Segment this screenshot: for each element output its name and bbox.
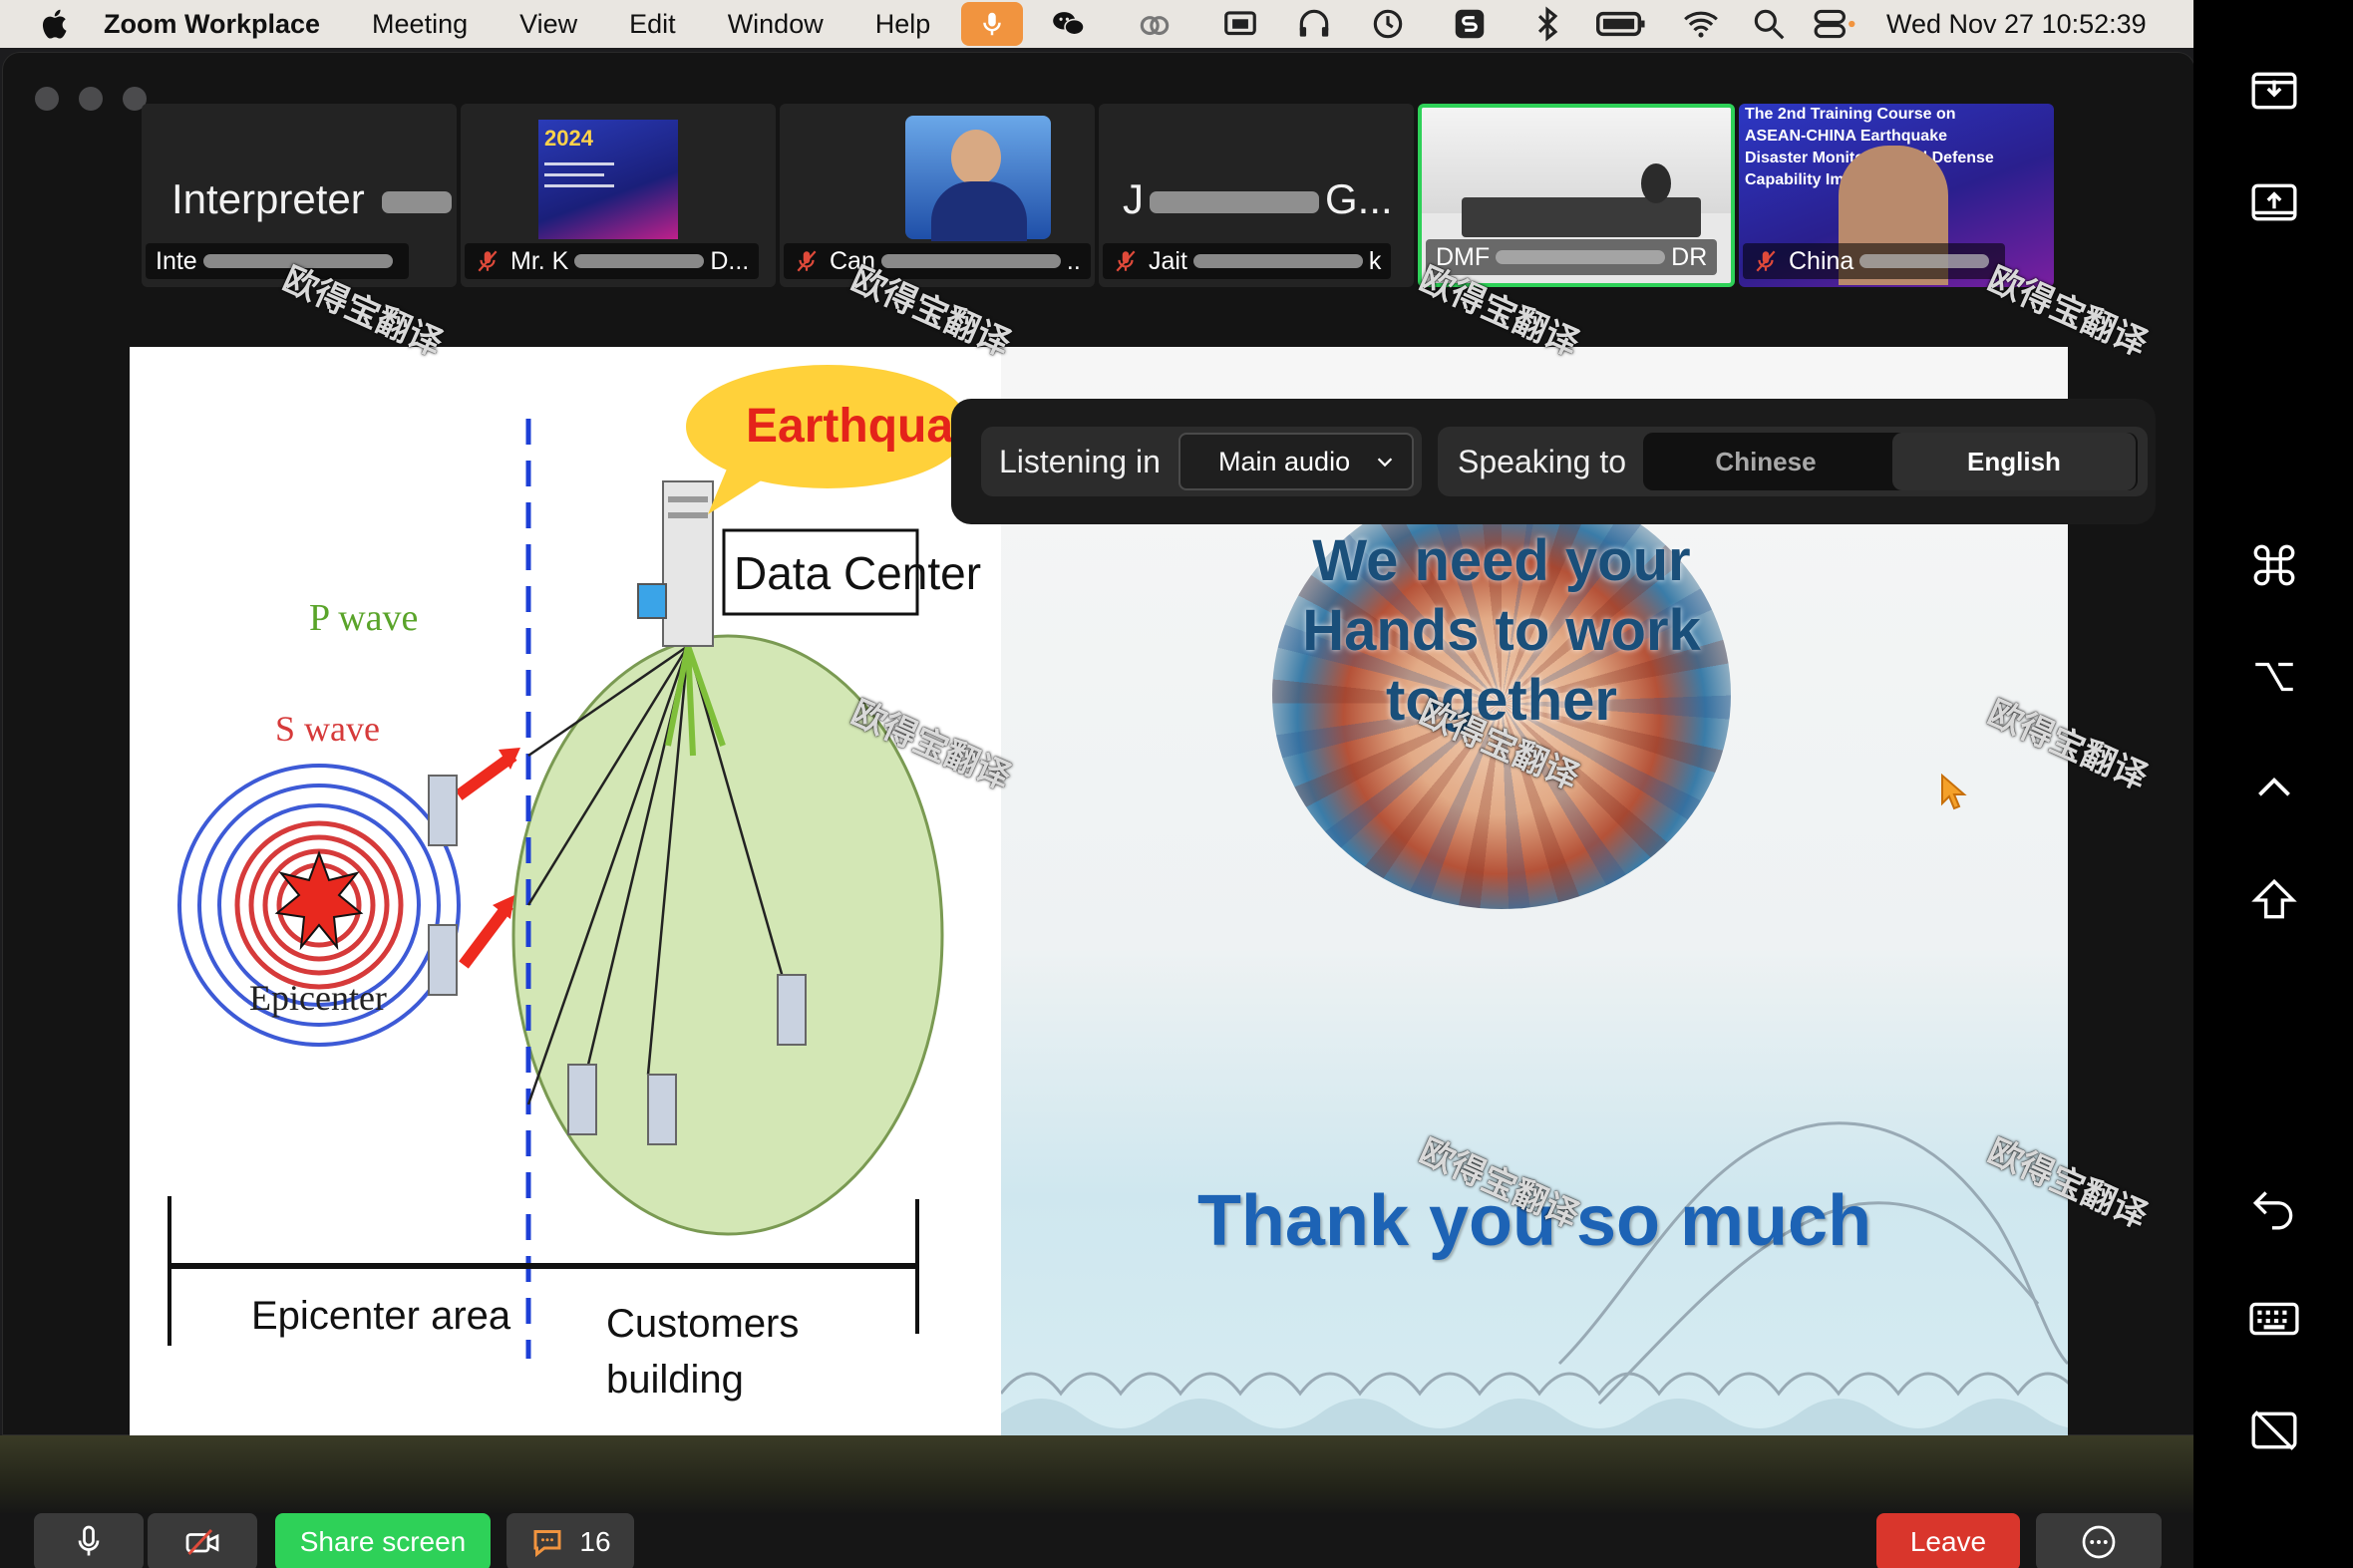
wifi-icon[interactable] bbox=[1679, 0, 1723, 48]
earthquake-diagram-graphic bbox=[168, 365, 969, 1359]
slide-message: We need your Hands to work together bbox=[1302, 528, 1701, 733]
participant-strip: Interpreter Inte 2024 ▬▬▬▬▬▬▬ ▬▬▬▬▬▬ ▬▬▬▬▬… bbox=[142, 104, 2054, 287]
share-screen-button[interactable]: Share screen bbox=[275, 1513, 491, 1568]
customers-building-label: Customers building bbox=[606, 1302, 800, 1402]
headphones-icon[interactable] bbox=[1292, 0, 1336, 48]
more-options-icon bbox=[2082, 1525, 2116, 1559]
command-key-icon[interactable] bbox=[2249, 540, 2299, 590]
participant-tile-active[interactable]: DMF DR bbox=[1418, 104, 1735, 287]
mute-button[interactable] bbox=[34, 1513, 144, 1568]
menu-window[interactable]: Window bbox=[728, 9, 824, 40]
start-video-button[interactable] bbox=[148, 1513, 257, 1568]
p-wave-label: P wave bbox=[309, 597, 419, 639]
mic-status-icon[interactable] bbox=[961, 2, 1023, 46]
interpretation-bar: Listening in Main audio Speaking to Chin… bbox=[951, 399, 2156, 524]
listening-in-label: Listening in bbox=[999, 444, 1161, 479]
minimize-window-button[interactable] bbox=[79, 87, 103, 111]
language-option-english[interactable]: English bbox=[1892, 433, 2136, 490]
time-machine-icon[interactable] bbox=[1366, 0, 1410, 48]
poster-year: 2024 bbox=[544, 126, 593, 151]
menu-help[interactable]: Help bbox=[875, 9, 931, 40]
data-center-label: Data Center bbox=[734, 547, 982, 599]
spotlight-icon[interactable] bbox=[1747, 0, 1791, 48]
close-window-button[interactable] bbox=[35, 87, 59, 111]
option-key-icon[interactable] bbox=[2249, 652, 2299, 702]
participant-tile[interactable]: 2024 ▬▬▬▬▬▬▬ ▬▬▬▬▬▬ ▬▬▬▬▬▬▬ Mr. K D... bbox=[461, 104, 776, 287]
chevron-down-icon bbox=[1377, 458, 1393, 468]
menu-view[interactable]: View bbox=[519, 9, 577, 40]
participant-tile[interactable]: Can.. bbox=[780, 104, 1095, 287]
chat-bubble-icon bbox=[533, 1530, 561, 1558]
muted-mic-icon bbox=[478, 250, 498, 272]
epicenter-label: Epicenter bbox=[249, 978, 387, 1018]
battery-icon[interactable] bbox=[1593, 0, 1651, 48]
s-app-icon[interactable] bbox=[1448, 0, 1492, 48]
epicenter-area-label: Epicenter area bbox=[251, 1294, 511, 1338]
participant-video bbox=[905, 116, 1051, 241]
upload-tray-icon[interactable] bbox=[2249, 177, 2299, 227]
menubar-clock[interactable]: Wed Nov 27 10:52:39 bbox=[1886, 0, 2147, 48]
earthquake-diagram: Earthquake Data Center P wave S wave Epi… bbox=[130, 347, 1006, 1435]
muted-mic-icon bbox=[1116, 250, 1136, 272]
video-off-icon bbox=[185, 1528, 219, 1556]
language-option-chinese[interactable]: Chinese bbox=[1643, 433, 1888, 490]
participant-name-label: Inte bbox=[146, 243, 409, 279]
audio-channel-select[interactable]: Main audio bbox=[1178, 433, 1414, 490]
menu-edit[interactable]: Edit bbox=[629, 9, 676, 40]
screen-mirror-icon[interactable] bbox=[1218, 0, 1262, 48]
shift-key-icon[interactable] bbox=[2249, 875, 2299, 925]
menu-bar: Zoom Workplace Meeting View Edit Window … bbox=[0, 0, 2193, 48]
menu-meeting[interactable]: Meeting bbox=[372, 9, 468, 40]
conference-poster-image: 2024 ▬▬▬▬▬▬▬ ▬▬▬▬▬▬ ▬▬▬▬▬▬▬ bbox=[538, 120, 678, 239]
undo-icon[interactable] bbox=[2249, 1182, 2299, 1232]
microphone-icon bbox=[78, 1525, 100, 1556]
wechat-icon[interactable] bbox=[1047, 0, 1091, 48]
participant-tile[interactable]: J G... Jait k bbox=[1099, 104, 1414, 287]
mouse-cursor-icon bbox=[1941, 774, 1967, 810]
muted-mic-icon bbox=[1756, 250, 1776, 272]
control-key-icon[interactable] bbox=[2249, 764, 2299, 813]
language-toggle: Chinese English bbox=[1643, 433, 2138, 490]
hide-screen-icon[interactable] bbox=[2249, 1406, 2299, 1455]
download-tray-icon[interactable] bbox=[2249, 66, 2299, 116]
control-center-icon[interactable] bbox=[1807, 0, 1862, 48]
leave-button[interactable]: Leave bbox=[1876, 1513, 2020, 1568]
more-button[interactable] bbox=[2036, 1513, 2162, 1568]
waves-decoration-graphic bbox=[1001, 1121, 2068, 1435]
creative-cloud-icon[interactable] bbox=[1133, 0, 1176, 48]
chat-button[interactable]: 16 bbox=[506, 1513, 634, 1568]
apple-logo-icon[interactable] bbox=[38, 6, 74, 42]
keyboard-icon[interactable] bbox=[2249, 1294, 2299, 1344]
participant-big-name: Interpreter bbox=[171, 175, 457, 223]
participant-name-label: Can.. bbox=[784, 243, 1091, 279]
participant-name-label: Jait k bbox=[1103, 243, 1392, 279]
participant-name-label: China bbox=[1743, 243, 2006, 279]
menu-app-name[interactable]: Zoom Workplace bbox=[104, 9, 320, 40]
audio-channel-value: Main audio bbox=[1218, 447, 1351, 476]
muted-mic-icon bbox=[797, 250, 817, 272]
participant-big-name: J G... bbox=[1123, 175, 1393, 222]
speaking-to-label: Speaking to bbox=[1458, 444, 1627, 479]
chat-count: 16 bbox=[579, 1526, 611, 1557]
bluetooth-icon[interactable] bbox=[1525, 0, 1569, 48]
participant-name-label: Mr. K D... bbox=[465, 243, 760, 279]
s-wave-label: S wave bbox=[275, 709, 380, 749]
virtual-keyboard-sidebar bbox=[2193, 0, 2353, 1568]
